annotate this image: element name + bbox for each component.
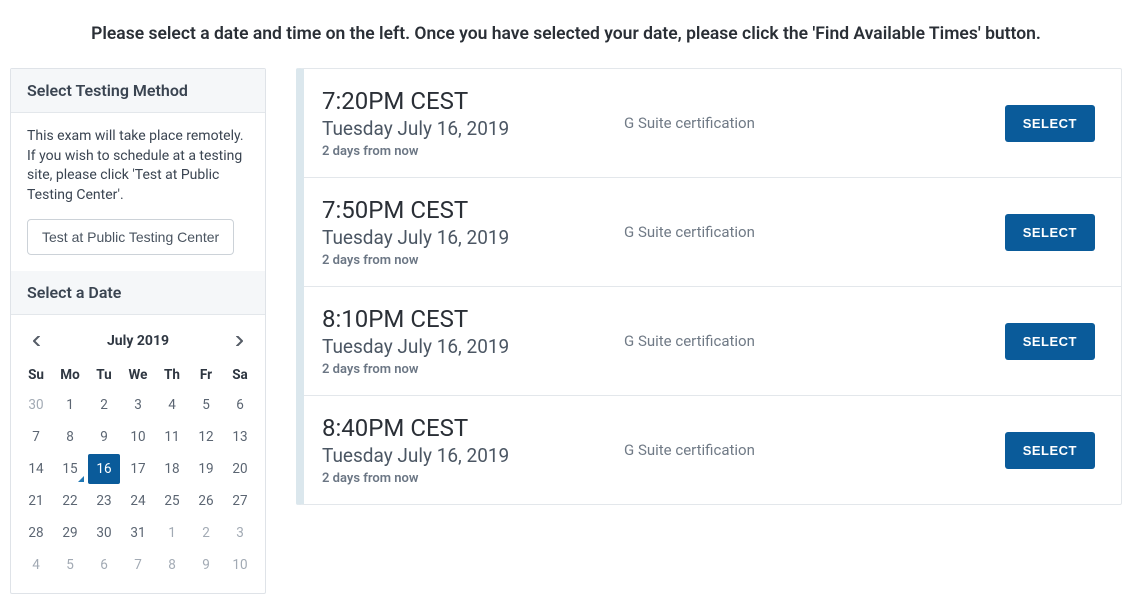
calendar-day[interactable]: 26 [190,486,222,516]
slot-relative-time: 2 days from now [322,471,612,486]
calendar-dow-label: Su [19,361,53,389]
calendar-day[interactable]: 31 [122,518,154,548]
testing-method-description: This exam will take place remotely. If y… [27,127,249,205]
select-slot-button[interactable]: SELECT [1005,105,1095,142]
testing-method-header: Select Testing Method [11,69,265,113]
arrow-right-icon [234,336,244,346]
slot-time: 8:40PM CEST [322,414,612,442]
calendar-day[interactable]: 4 [156,390,188,420]
slot-when: 8:40PM CESTTuesday July 16, 2019 2 days f… [322,414,612,486]
calendar-day[interactable]: 25 [156,486,188,516]
select-slot-button[interactable]: SELECT [1005,323,1095,360]
calendar-day[interactable]: 6 [88,550,120,580]
calendar-prev-month-button[interactable] [25,329,49,353]
slot-exam-name: G Suite certification [624,114,993,132]
calendar-day[interactable]: 5 [190,390,222,420]
slot-when: 7:20PM CESTTuesday July 16, 2019 2 days f… [322,87,612,159]
calendar-day[interactable]: 29 [54,518,86,548]
calendar-next-month-button[interactable] [227,329,251,353]
calendar-dow-label: Fr [189,361,223,389]
time-slot-row: 7:20PM CESTTuesday July 16, 2019 2 days f… [304,69,1121,178]
calendar-day[interactable]: 8 [156,550,188,580]
time-slot-row: 8:10PM CESTTuesday July 16, 2019 2 days f… [304,287,1121,396]
calendar-day[interactable]: 1 [54,390,86,420]
calendar-dow-label: Mo [53,361,87,389]
calendar-day[interactable]: 7 [20,422,52,452]
slot-date: Tuesday July 16, 2019 [322,117,612,140]
calendar-day[interactable]: 13 [224,422,256,452]
slot-date: Tuesday July 16, 2019 [322,444,612,467]
calendar-day[interactable]: 4 [20,550,52,580]
calendar-day[interactable]: 28 [20,518,52,548]
slot-exam-name: G Suite certification [624,223,993,241]
calendar-day[interactable]: 5 [54,550,86,580]
select-date-header: Select a Date [11,271,265,315]
calendar-day[interactable]: 2 [88,390,120,420]
slot-time: 7:20PM CEST [322,87,612,115]
calendar-day[interactable]: 12 [190,422,222,452]
calendar-day[interactable]: 3 [224,518,256,548]
calendar-day[interactable]: 18 [156,454,188,484]
slot-relative-time: 2 days from now [322,253,612,268]
slot-exam-name: G Suite certification [624,332,993,350]
calendar-day[interactable]: 1 [156,518,188,548]
time-slot-row: 8:40PM CESTTuesday July 16, 2019 2 days f… [304,396,1121,504]
arrow-left-icon [32,336,42,346]
calendar-dow-label: Sa [223,361,257,389]
calendar-month-label: July 2019 [107,333,169,349]
slot-relative-time: 2 days from now [322,362,612,377]
calendar-day[interactable]: 21 [20,486,52,516]
calendar-day[interactable]: 30 [20,390,52,420]
calendar-day[interactable]: 16 [88,454,120,484]
slot-exam-name: G Suite certification [624,441,993,459]
calendar-day[interactable]: 17 [122,454,154,484]
calendar-day[interactable]: 3 [122,390,154,420]
time-slot-row: 7:50PM CESTTuesday July 16, 2019 2 days f… [304,178,1121,287]
slot-when: 8:10PM CESTTuesday July 16, 2019 2 days f… [322,305,612,377]
calendar-day[interactable]: 30 [88,518,120,548]
time-slots-panel: 7:20PM CESTTuesday July 16, 20192 days f… [296,68,1122,505]
calendar-day[interactable]: 9 [88,422,120,452]
calendar-day[interactable]: 15 [54,454,86,484]
calendar-day[interactable]: 7 [122,550,154,580]
calendar-dow-label: Th [155,361,189,389]
slot-relative-time: 2 days from now [322,144,612,159]
slot-time: 8:10PM CEST [322,305,612,333]
slot-when: 7:50PM CESTTuesday July 16, 2019 2 days f… [322,196,612,268]
calendar-day[interactable]: 2 [190,518,222,548]
calendar-day[interactable]: 6 [224,390,256,420]
calendar-day[interactable]: 10 [224,550,256,580]
calendar-day[interactable]: 10 [122,422,154,452]
calendar-day[interactable]: 27 [224,486,256,516]
page-instruction: Please select a date and time on the lef… [10,24,1122,44]
select-slot-button[interactable]: SELECT [1005,432,1095,469]
calendar-day[interactable]: 20 [224,454,256,484]
slot-date: Tuesday July 16, 2019 [322,335,612,358]
calendar-day[interactable]: 23 [88,486,120,516]
calendar-day[interactable]: 19 [190,454,222,484]
calendar-dow-label: Tu [87,361,121,389]
calendar: July 2019 SuMoTuWeThFrSa 301234567891011… [11,315,265,593]
calendar-day[interactable]: 9 [190,550,222,580]
slot-time: 7:50PM CEST [322,196,612,224]
select-slot-button[interactable]: SELECT [1005,214,1095,251]
sidebar: Select Testing Method This exam will tak… [10,68,266,594]
calendar-dow-label: We [121,361,155,389]
calendar-day[interactable]: 22 [54,486,86,516]
calendar-day[interactable]: 8 [54,422,86,452]
calendar-day[interactable]: 11 [156,422,188,452]
calendar-day[interactable]: 24 [122,486,154,516]
calendar-day[interactable]: 14 [20,454,52,484]
test-at-public-center-button[interactable]: Test at Public Testing Center [27,219,234,255]
slot-date: Tuesday July 16, 2019 [322,226,612,249]
